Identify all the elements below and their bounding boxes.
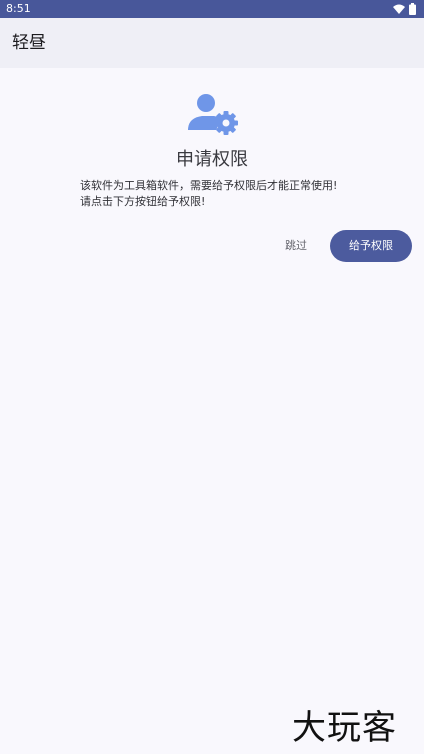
grant-permission-button[interactable]: 给予权限 xyxy=(330,230,412,262)
watermark-logo: 大玩客 xyxy=(292,708,397,748)
battery-icon xyxy=(409,3,416,15)
status-time: 8:51 xyxy=(6,2,31,15)
permission-description-line-2: 请点击下方按钮给予权限! xyxy=(80,195,206,208)
permission-description: 该软件为工具箱软件，需要给予权限后才能正常使用! 请点击下方按钮给予权限! xyxy=(80,178,360,210)
app-title: 轻昼 xyxy=(12,33,46,53)
user-settings-icon xyxy=(187,92,239,136)
permission-title: 申请权限 xyxy=(176,149,248,170)
app-bar: 轻昼 xyxy=(0,18,424,68)
status-icons xyxy=(393,3,416,15)
status-bar: 8:51 xyxy=(0,0,424,18)
permission-description-line-1: 该软件为工具箱软件，需要给予权限后才能正常使用! xyxy=(80,179,338,192)
wifi-icon xyxy=(393,4,405,14)
skip-button[interactable]: 跳过 xyxy=(278,232,314,260)
